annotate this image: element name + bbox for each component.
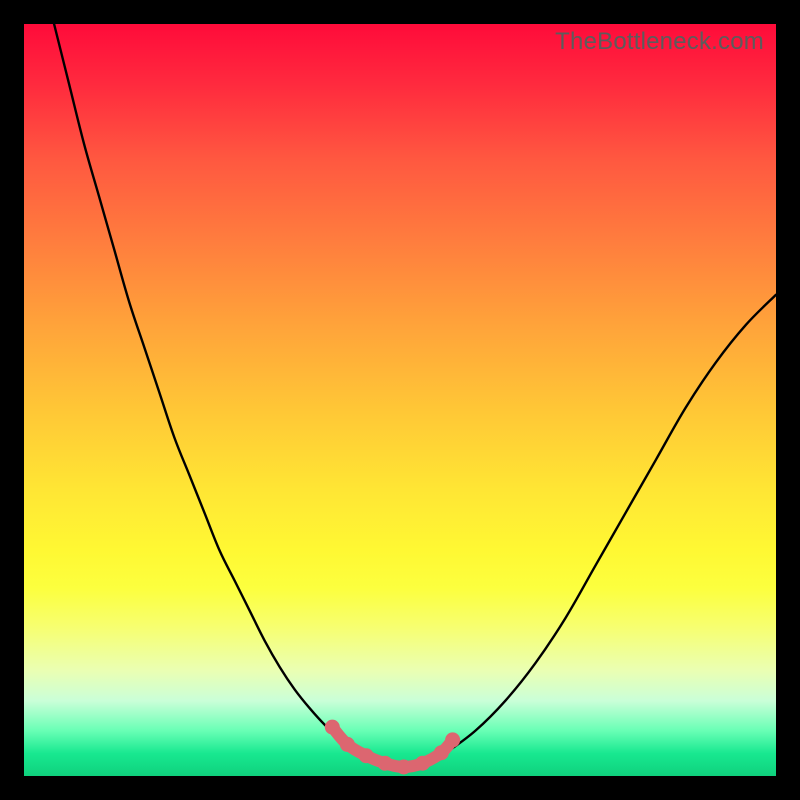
chart-frame: TheBottleneck.com bbox=[24, 24, 776, 776]
dot-right-upper bbox=[445, 732, 460, 747]
dot-left-lower bbox=[340, 737, 355, 752]
chart-svg bbox=[24, 24, 776, 776]
dot-floor-2 bbox=[377, 756, 392, 771]
dot-left-upper bbox=[325, 720, 340, 735]
dot-floor-1 bbox=[359, 748, 374, 763]
dot-floor-3 bbox=[396, 759, 411, 774]
dot-floor-4 bbox=[415, 756, 430, 771]
bottleneck-curve bbox=[54, 24, 776, 768]
watermark-text: TheBottleneck.com bbox=[555, 28, 764, 56]
dot-right-lower bbox=[434, 745, 449, 760]
